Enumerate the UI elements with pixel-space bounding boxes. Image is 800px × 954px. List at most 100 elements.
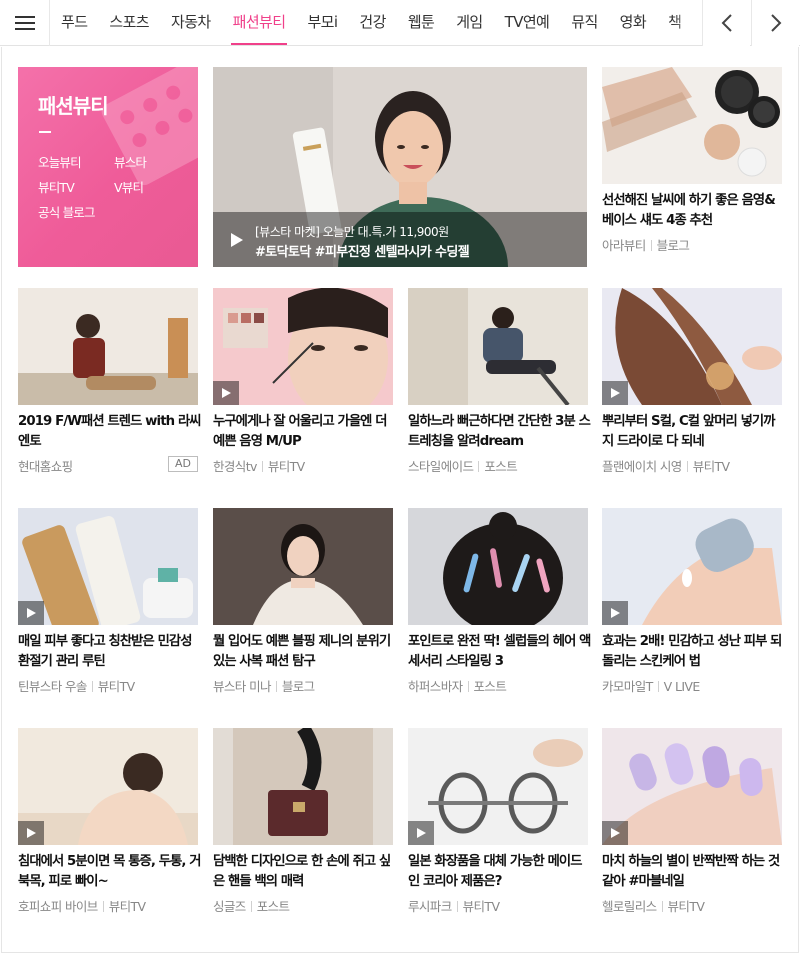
card-source[interactable]: 카모마일T <box>602 679 653 694</box>
meta-divider <box>250 901 252 912</box>
play-icon <box>610 828 620 838</box>
tab-music[interactable]: 뮤직 <box>560 0 608 46</box>
card-source[interactable]: 현대홈쇼핑 <box>18 459 73 474</box>
card-source[interactable]: 틴뷰스타 우솔 <box>18 679 87 694</box>
tab-webtoon[interactable]: 웹툰 <box>397 0 445 46</box>
card-meta: 한경식tv 뷰티TV <box>213 456 305 475</box>
category-link-official-blog[interactable]: 공식 블로그 <box>38 202 95 221</box>
tab-auto[interactable]: 자동차 <box>160 0 222 46</box>
card-title[interactable]: 누구에게나 잘 어울리고 가을엔 더 예쁜 음영 M/UP <box>213 412 397 452</box>
category-nav-bar: 푸드스포츠자동차패션뷰티부모i건강웹툰게임TV연예뮤직영화책 <box>0 0 800 46</box>
meta-divider <box>657 681 659 692</box>
card-meta: 스타일에이드 포스트 <box>408 456 518 475</box>
tab-fashion-beauty[interactable]: 패션뷰티 <box>222 0 297 46</box>
play-button[interactable] <box>602 381 628 405</box>
card-meta: 뷰스타 미나 블로그 <box>213 676 315 695</box>
tab-sports[interactable]: 스포츠 <box>98 0 160 46</box>
category-link-beauty-tv[interactable]: 뷰티TV <box>38 177 75 196</box>
tab-tv-entertainment[interactable]: TV연예 <box>494 0 561 46</box>
category-divider <box>39 131 51 133</box>
card-thumbnail[interactable] <box>602 508 782 625</box>
tab-movie[interactable]: 영화 <box>609 0 657 46</box>
card-source[interactable]: 루시파크 <box>408 899 452 914</box>
tab-food[interactable]: 푸드 <box>50 0 98 46</box>
featured-caption-line1: [뷰스타 마켓] 오늘만 대.특.가 11,900원 <box>255 225 449 239</box>
card-title[interactable]: 일하느라 뻐근하다면 간단한 3분 스트레칭을 알려dream <box>408 412 592 452</box>
card-source[interactable]: 뷰스타 미나 <box>213 679 271 694</box>
celebrity-fashion-image <box>213 508 393 625</box>
card-thumbnail[interactable] <box>18 508 198 625</box>
card-source[interactable]: 하퍼스바자 <box>408 679 463 694</box>
card-title[interactable]: 2019 F/W패션 트렌드 with 라씨엔토 <box>18 412 202 452</box>
card-type[interactable]: 뷰티TV <box>98 679 135 694</box>
card-thumbnail[interactable] <box>213 728 393 845</box>
card-type[interactable]: 블로그 <box>657 238 690 253</box>
card-title[interactable]: 포인트로 완전 딱! 셀럽들의 헤어 액세서리 스타일링 3 <box>408 632 592 672</box>
card-title[interactable]: 침대에서 5분이면 목 통증, 두통, 거북목, 피로 빠이~ <box>18 852 202 892</box>
card-source[interactable]: 아라뷰티 <box>602 238 646 253</box>
card-meta: 카모마일T V LIVE <box>602 676 700 695</box>
category-link-beauty-star[interactable]: 뷰스타 <box>114 152 147 171</box>
neck-stretch-image <box>18 728 198 845</box>
play-icon <box>26 828 36 838</box>
card-thumbnail-makeup-palette[interactable] <box>602 67 782 184</box>
card-type[interactable]: 포스트 <box>474 679 507 694</box>
card-title[interactable]: 뭘 입어도 예쁜 블핑 제니의 분위기 있는 사복 패션 탐구 <box>213 632 397 672</box>
category-link-today-beauty[interactable]: 오늘뷰티 <box>38 152 82 171</box>
card-thumbnail[interactable] <box>213 288 393 405</box>
meta-divider <box>686 461 688 472</box>
skincare-products-image <box>18 508 198 625</box>
card-type[interactable]: 블로그 <box>282 679 315 694</box>
play-button[interactable] <box>408 821 434 845</box>
card-thumbnail[interactable] <box>602 288 782 405</box>
play-button[interactable] <box>213 381 239 405</box>
card-meta: 호피쇼피 바이브 뷰티TV <box>18 896 146 915</box>
menu-button[interactable] <box>0 0 50 46</box>
card-thumbnail[interactable] <box>18 288 198 405</box>
next-tabs-button[interactable] <box>751 0 799 46</box>
card-type[interactable]: 뷰티TV <box>668 899 705 914</box>
card-title[interactable]: 뿌리부터 S컬, C컬 앞머리 넣기까지 드라이로 다 되네 <box>602 412 782 452</box>
card-type[interactable]: 포스트 <box>484 459 517 474</box>
card-source[interactable]: 호피쇼피 바이브 <box>18 899 98 914</box>
category-title: 패션뷰티 <box>38 94 109 118</box>
card-type[interactable]: 뷰티TV <box>109 899 146 914</box>
card-thumbnail[interactable] <box>18 728 198 845</box>
card-title[interactable]: 담백한 디자인으로 한 손에 쥐고 싶은 핸들 백의 매력 <box>213 852 397 892</box>
category-link-v-beauty[interactable]: V뷰티 <box>114 177 144 196</box>
prev-tabs-button[interactable] <box>702 0 750 46</box>
card-type[interactable]: 포스트 <box>257 899 290 914</box>
card-type[interactable]: 뷰티TV <box>693 459 730 474</box>
play-button[interactable] <box>18 601 44 625</box>
card-thumbnail[interactable] <box>408 288 588 405</box>
card-source[interactable]: 스타일에이드 <box>408 459 474 474</box>
card-title[interactable]: 선선해진 날씨에 하기 좋은 음영&베이스 섀도 4종 추천 <box>602 191 782 231</box>
card-title[interactable]: 효과는 2배! 민감하고 성난 피부 되돌리는 스킨케어 법 <box>602 632 782 672</box>
card-title[interactable]: 일본 화장품을 대체 가능한 메이드 인 코리아 제품은? <box>408 852 592 892</box>
card-thumbnail[interactable] <box>408 508 588 625</box>
card-thumbnail[interactable] <box>602 728 782 845</box>
play-icon <box>26 608 36 618</box>
meta-divider <box>661 901 663 912</box>
play-button[interactable] <box>602 601 628 625</box>
play-button[interactable] <box>602 821 628 845</box>
tab-parenting[interactable]: 부모i <box>296 0 348 46</box>
card-source[interactable]: 한경식tv <box>213 459 257 474</box>
card-thumbnail[interactable] <box>213 508 393 625</box>
card-thumbnail[interactable] <box>408 728 588 845</box>
tab-health[interactable]: 건강 <box>348 0 396 46</box>
card-source[interactable]: 헬로릴리스 <box>602 899 657 914</box>
card-source[interactable]: 플랜에이치 시영 <box>602 459 682 474</box>
play-icon <box>221 388 231 398</box>
card-title[interactable]: 매일 피부 좋다고 칭찬받은 민감성 환절기 관리 루틴 <box>18 632 202 672</box>
featured-video[interactable]: [뷰스타 마켓] 오늘만 대.특.가 11,900원 #토닥토닥 #피부진정 센… <box>213 67 587 267</box>
card-type[interactable]: 뷰티TV <box>268 459 305 474</box>
play-button[interactable] <box>18 821 44 845</box>
meta-divider <box>478 461 480 472</box>
card-source[interactable]: 싱글즈 <box>213 899 246 914</box>
card-type[interactable]: 뷰티TV <box>463 899 500 914</box>
beauty-tool-image <box>408 728 588 845</box>
tab-game[interactable]: 게임 <box>445 0 493 46</box>
card-title[interactable]: 마치 하늘의 별이 반짝반짝 하는 것 같아 #마블네일 <box>602 852 782 892</box>
card-type[interactable]: V LIVE <box>664 679 701 694</box>
